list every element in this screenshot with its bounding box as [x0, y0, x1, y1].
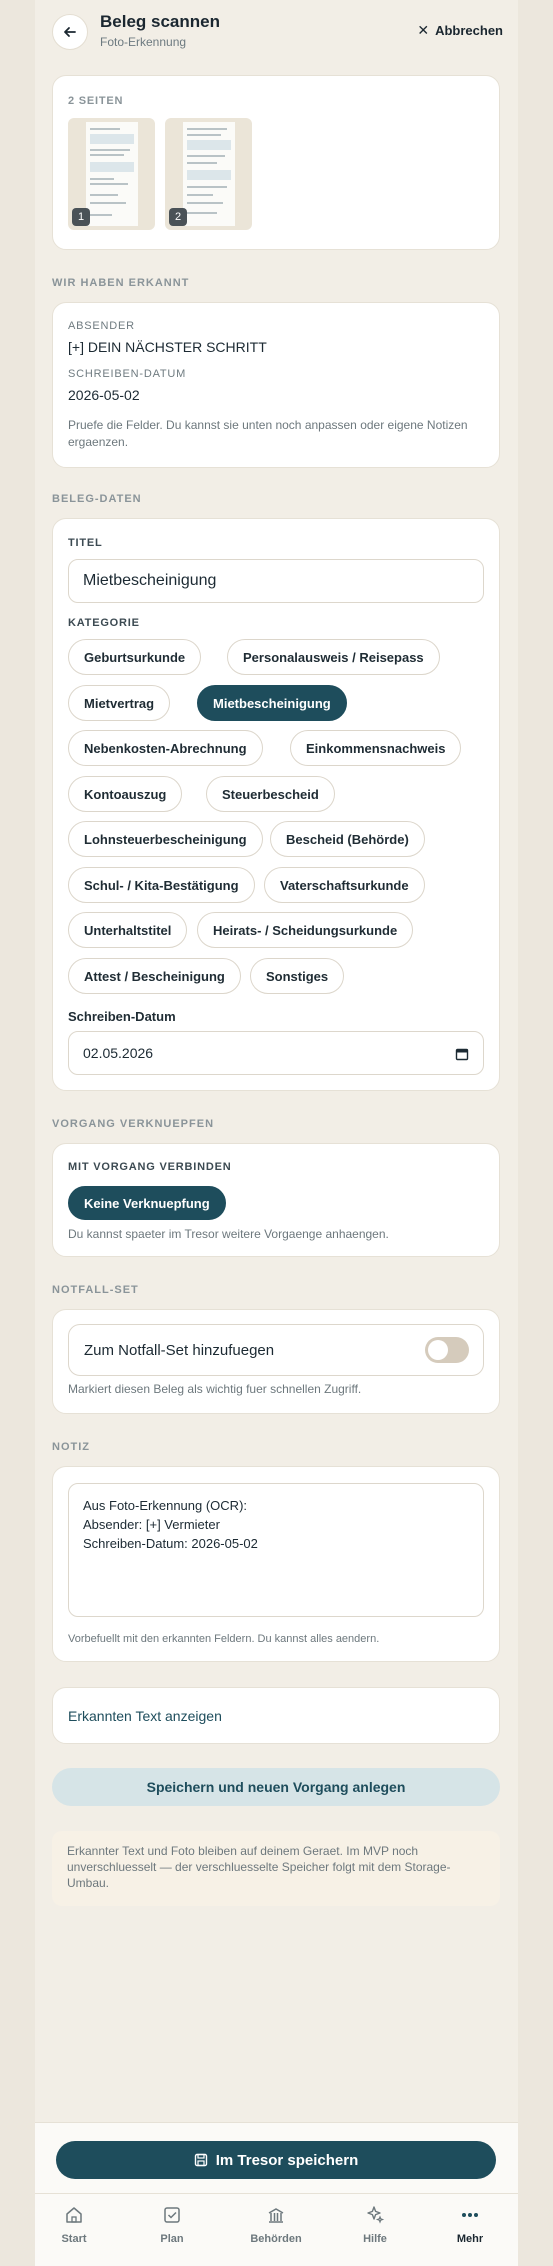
notfall-hint: Markiert diesen Beleg als wichtig fuer s…: [68, 1382, 362, 1396]
title-value: Mietbescheinigung: [83, 572, 217, 589]
sender-label: ABSENDER: [68, 320, 135, 332]
sparkle-icon: [367, 2206, 385, 2224]
category-chip[interactable]: Mietvertrag: [68, 685, 171, 721]
recognized-hint: Pruefe die Felder. Du kannst sie unten n…: [68, 418, 468, 449]
nav-item-hilfe[interactable]: Hilfe: [348, 2205, 402, 2245]
category-chip[interactable]: Kontoauszug: [68, 776, 183, 812]
category-chip[interactable]: Nebenkosten-Abrechnung: [68, 730, 263, 766]
cancel-label: Abbrechen: [435, 23, 503, 38]
nav-item-plan[interactable]: Plan: [145, 2205, 199, 2245]
notiz-hint: Vorbefuellt mit den erkannten Feldern. D…: [68, 1633, 380, 1645]
date-value: 02.05.2026: [83, 1045, 154, 1061]
document-preview: [86, 122, 138, 226]
page-number-badge: 1: [72, 208, 90, 226]
notfall-section-label: NOTFALL-SET: [52, 1284, 139, 1296]
back-button[interactable]: [52, 14, 88, 50]
recognized-section-label: WIR HABEN ERKANNT: [52, 277, 190, 289]
nav-label: Hilfe: [363, 2233, 387, 2245]
vorgang-card: MIT VORGANG VERBINDEN Keine Verknuepfung…: [52, 1143, 500, 1257]
nav-item-behoerden[interactable]: Behörden: [241, 2205, 311, 2245]
note-textarea[interactable]: Aus Foto-Erkennung (OCR): Absender: [+] …: [68, 1483, 484, 1617]
save-to-vault-button[interactable]: Im Tresor speichern: [56, 2141, 496, 2179]
bottom-nav: Start Plan Behörden Hilfe Mehr: [35, 2205, 518, 2263]
notiz-section-label: NOTIZ: [52, 1441, 90, 1453]
notiz-card: Aus Foto-Erkennung (OCR): Absender: [+] …: [52, 1466, 500, 1662]
letter-date-value: 2026-05-02: [68, 387, 140, 403]
arrow-left-icon: [64, 27, 76, 37]
no-link-button[interactable]: Keine Verknuepfung: [68, 1186, 226, 1220]
nav-label: Plan: [160, 2233, 184, 2245]
category-chip[interactable]: Unterhaltstitel: [68, 912, 188, 948]
recognized-card: ABSENDER [+] DEIN NÄCHSTER SCHRITT SCHRE…: [52, 302, 500, 468]
category-chip[interactable]: Personalausweis / Reisepass: [227, 639, 440, 675]
category-chip[interactable]: Geburtsurkunde: [68, 639, 202, 675]
nav-label: Behörden: [250, 2233, 302, 2245]
category-chip[interactable]: Sonstiges: [250, 958, 345, 994]
page: Beleg scannen Foto-Erkennung ✕ Abbrechen…: [35, 0, 518, 2266]
category-chip[interactable]: Steuerbescheid: [206, 776, 335, 812]
nav-label: Mehr: [456, 2233, 484, 2245]
save-to-vault-label: Im Tresor speichern: [215, 2151, 359, 2169]
notfall-toggle[interactable]: [425, 1337, 469, 1363]
page-thumbnail-1[interactable]: 1: [68, 118, 155, 230]
nav-item-mehr[interactable]: Mehr: [443, 2205, 497, 2245]
title-label: TITEL: [68, 537, 103, 549]
vorgang-section-label: VORGANG VERKNUEPFEN: [52, 1118, 215, 1130]
bottom-bar: Im Tresor speichern Start Plan Behörden …: [35, 2122, 518, 2266]
nav-label: Start: [61, 2233, 87, 2245]
save-new-vorgang-button[interactable]: Speichern und neuen Vorgang anlegen: [52, 1768, 500, 1806]
category-label: KATEGORIE: [68, 617, 140, 629]
letter-date-label: SCHREIBEN-DATUM: [68, 368, 187, 380]
nav-item-start[interactable]: Start: [47, 2205, 101, 2245]
page-subtitle: Foto-Erkennung: [100, 35, 187, 49]
title-input[interactable]: Mietbescheinigung: [68, 559, 484, 603]
more-icon: [462, 2213, 478, 2217]
category-chip[interactable]: Lohnsteuerbescheinigung: [68, 821, 263, 857]
divider: [35, 2193, 518, 2194]
pages-card: 2 SEITEN 1 2: [52, 75, 500, 250]
close-icon: ✕: [417, 22, 430, 38]
date-input[interactable]: 02.05.2026: [68, 1031, 484, 1075]
beleg-card: TITEL Mietbescheinigung KATEGORIE Geburt…: [52, 518, 500, 1091]
calendar-icon[interactable]: [455, 1047, 469, 1061]
page-title: Beleg scannen: [100, 12, 220, 31]
date-field-label: Schreiben-Datum: [68, 1009, 176, 1024]
document-preview: [183, 122, 235, 226]
left-margin: [0, 0, 35, 2266]
notfall-toggle-label: Zum Notfall-Set hinzufuegen: [84, 1342, 275, 1359]
link-vorgang-label: MIT VORGANG VERBINDEN: [68, 1161, 232, 1173]
category-chip[interactable]: Heirats- / Scheidungsurkunde: [197, 912, 414, 948]
page-number-badge: 2: [169, 208, 187, 226]
right-margin: [518, 0, 553, 2266]
category-chip[interactable]: Schul- / Kita-Bestätigung: [68, 867, 255, 903]
show-text-card[interactable]: Erkannten Text anzeigen: [52, 1687, 500, 1744]
notfall-card: Zum Notfall-Set hinzufuegen Markiert die…: [52, 1309, 500, 1414]
header: Beleg scannen Foto-Erkennung ✕ Abbrechen: [52, 12, 518, 52]
page-thumbnail-2[interactable]: 2: [165, 118, 252, 230]
sender-value: [+] DEIN NÄCHSTER SCHRITT: [68, 339, 267, 355]
vorgang-hint: Du kannst spaeter im Tresor weitere Vorg…: [68, 1227, 389, 1241]
checklist-icon: [164, 2207, 180, 2223]
category-chip[interactable]: Bescheid (Behörde): [270, 821, 425, 857]
beleg-section-label: BELEG-DATEN: [52, 493, 142, 505]
home-icon: [66, 2207, 82, 2223]
category-chip[interactable]: Einkommensnachweis: [290, 730, 462, 766]
show-text-link[interactable]: Erkannten Text anzeigen: [68, 1708, 222, 1724]
pages-count-label: 2 SEITEN: [68, 95, 124, 107]
save-icon: [194, 2153, 207, 2167]
storage-info-note: Erkannter Text und Foto bleiben auf dein…: [52, 1831, 500, 1906]
category-chip-selected[interactable]: Mietbescheinigung: [197, 685, 347, 721]
notfall-toggle-row[interactable]: Zum Notfall-Set hinzufuegen: [68, 1324, 484, 1376]
cancel-button[interactable]: ✕ Abbrechen: [417, 22, 503, 39]
toggle-knob: [428, 1340, 448, 1360]
category-chip[interactable]: Vaterschaftsurkunde: [264, 867, 425, 903]
building-icon: [268, 2208, 284, 2223]
category-chip[interactable]: Attest / Bescheinigung: [68, 958, 241, 994]
